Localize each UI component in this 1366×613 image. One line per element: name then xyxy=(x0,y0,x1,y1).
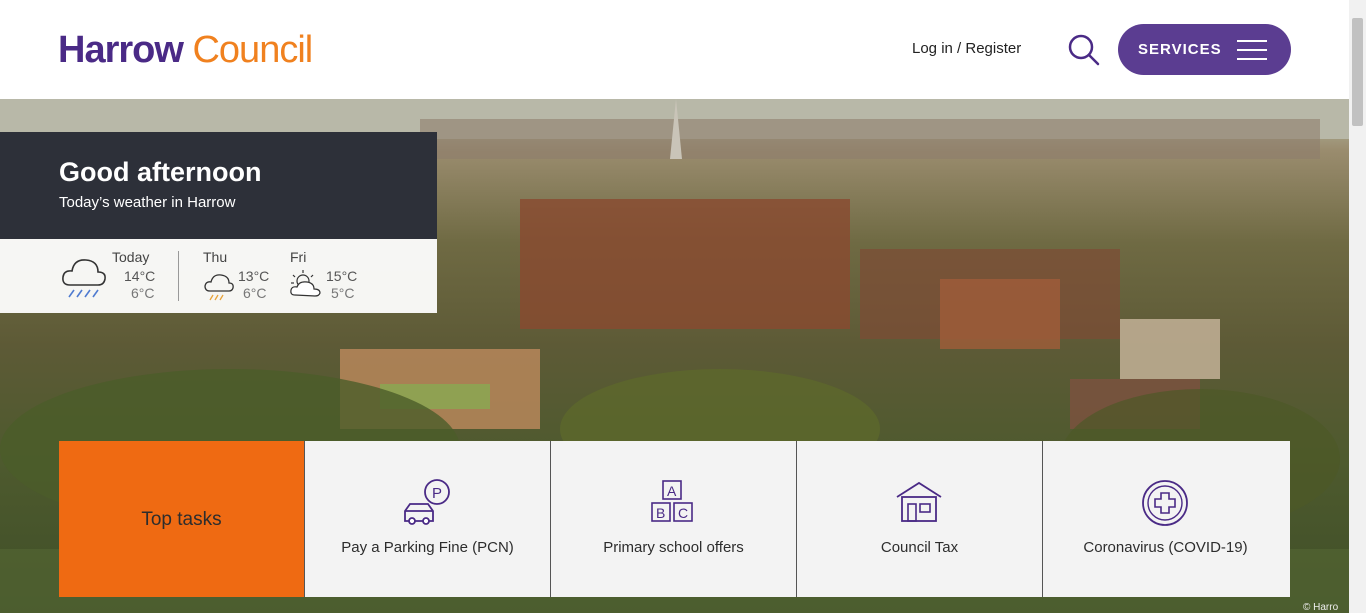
svg-text:P: P xyxy=(432,485,442,502)
svg-text:C: C xyxy=(678,505,688,521)
weather-high: 15°C xyxy=(326,268,358,284)
top-tasks: Top tasks P Pay a Parking Fine (PCN) A B… xyxy=(59,441,1290,597)
harrow-council-logo[interactable]: Harrow Council xyxy=(58,29,313,71)
site-header: Harrow Council Log in / Register SERVICE… xyxy=(0,0,1349,99)
weather-day: Fri xyxy=(290,249,307,265)
logo-council: Council xyxy=(192,29,313,71)
task-label: Primary school offers xyxy=(603,539,744,556)
medical-cross-icon xyxy=(1142,480,1188,526)
greeting-subtitle: Today’s weather in Harrow xyxy=(59,194,236,211)
task-council-tax[interactable]: Council Tax xyxy=(796,441,1042,597)
hamburger-icon xyxy=(1237,40,1267,60)
weather-high: 14°C xyxy=(124,268,156,284)
services-label: SERVICES xyxy=(1138,41,1222,58)
rain-cloud-icon xyxy=(62,259,106,298)
task-pay-parking-fine[interactable]: P Pay a Parking Fine (PCN) xyxy=(304,441,550,597)
house-icon xyxy=(896,481,942,522)
parking-car-icon: P xyxy=(404,479,450,525)
weather-day: Thu xyxy=(203,249,228,265)
svg-text:A: A xyxy=(667,483,677,499)
weather-low: 6°C xyxy=(243,285,267,301)
greeting-title: Good afternoon xyxy=(59,157,262,187)
weather-low: 6°C xyxy=(131,285,155,301)
task-primary-school-offers[interactable]: A B C Primary school offers xyxy=(550,441,796,597)
task-label: Council Tax xyxy=(880,539,959,556)
logo-harrow: Harrow xyxy=(58,29,184,71)
top-tasks-heading: Top tasks xyxy=(59,441,304,597)
scrollbar-thumb[interactable] xyxy=(1352,18,1363,126)
abc-blocks-icon: A B C xyxy=(651,480,693,522)
task-label: Coronavirus (COVID-19) xyxy=(1083,539,1248,556)
top-tasks-label: Top tasks xyxy=(141,509,222,530)
task-coronavirus[interactable]: Coronavirus (COVID-19) xyxy=(1042,441,1290,597)
page-scrollbar[interactable] xyxy=(1349,0,1366,613)
greeting-panel: Good afternoon Today’s weather in Harrow xyxy=(0,132,437,239)
weather-low: 5°C xyxy=(331,285,355,301)
services-menu-button[interactable]: SERVICES xyxy=(1118,24,1291,75)
weather-panel: Today 14°C 6°C Thu 13°C 6°C Fri 15°C 5°C xyxy=(0,239,437,313)
weather-divider xyxy=(178,251,179,301)
task-label: Pay a Parking Fine (PCN) xyxy=(341,539,514,556)
svg-text:B: B xyxy=(656,505,665,521)
search-icon[interactable] xyxy=(1068,34,1100,66)
photo-credit: © Harro xyxy=(1303,602,1339,613)
login-register-link[interactable]: Log in / Register xyxy=(912,40,1021,57)
sun-cloud-icon xyxy=(290,270,321,297)
weather-high: 13°C xyxy=(238,268,270,284)
rain-cloud-icon xyxy=(204,274,234,301)
weather-day: Today xyxy=(112,249,150,265)
